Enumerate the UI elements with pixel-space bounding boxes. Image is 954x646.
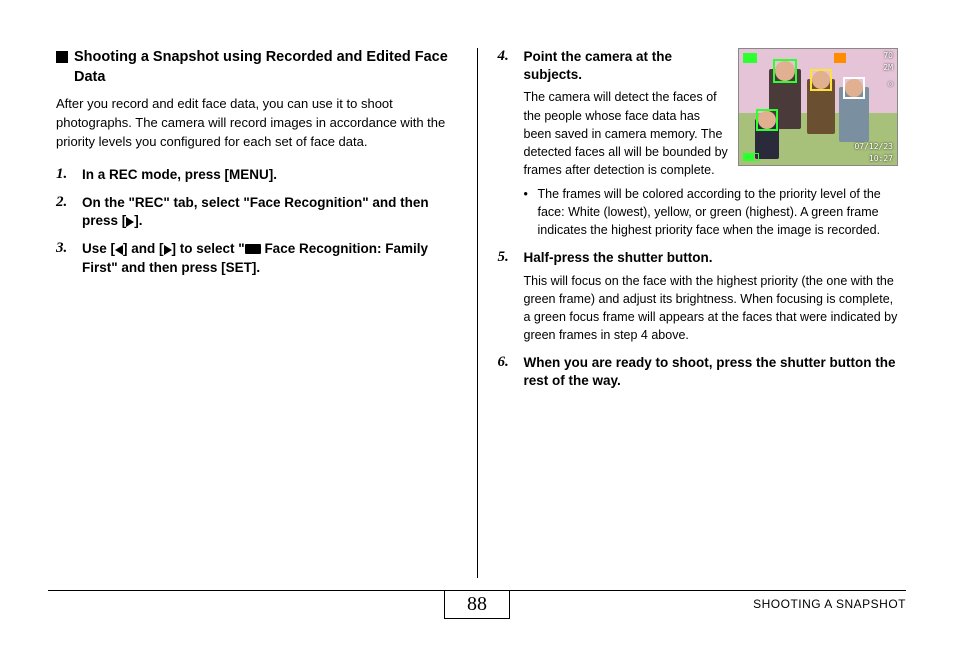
step-title: When you are ready to shoot, press the s… [524,354,899,390]
step-description: The camera will detect the faces of the … [524,88,729,179]
step-text: ] and [ [123,241,164,256]
osd-mode: 2M [883,63,893,72]
step-title: Half-press the shutter button. [524,249,899,267]
osd-rec-icon [743,53,757,63]
section-heading: Shooting a Snapshot using Recorded and E… [56,48,457,87]
step-note: • The frames will be colored according t… [524,185,899,239]
step-number: 6. [498,354,516,390]
step-2: 2. On the "REC" tab, select "Face Recogn… [56,194,457,230]
face-frame-white [843,77,865,99]
face-frame-green [773,59,797,83]
page-footer: 88 SHOOTING A SNAPSHOT [48,590,906,628]
step-title: On the "REC" tab, select "Face Recogniti… [82,194,457,230]
step-title: In a REC mode, press [MENU]. [82,166,457,184]
osd-mode-icon [834,53,846,63]
step-number: 5. [498,249,516,344]
step-1: 1. In a REC mode, press [MENU]. [56,166,457,184]
rec-mode-icon [245,244,261,254]
step-description: This will focus on the face with the hig… [524,272,899,345]
step-5: 5. Half-press the shutter button. This w… [498,249,899,344]
left-column: Shooting a Snapshot using Recorded and E… [48,48,478,578]
step-number: 3. [56,240,74,276]
face-frame-yellow [810,69,832,91]
note-text: The frames will be colored according to … [538,185,899,239]
step-title: Point the camera at the subjects. [524,48,729,84]
page-number: 88 [444,590,510,619]
step-text: ]. [134,213,142,228]
osd-battery-icon [743,153,759,161]
step-number: 1. [56,166,74,184]
step-6: 6. When you are ready to shoot, press th… [498,354,899,390]
step-3: 3. Use [] and [] to select " Face Recogn… [56,240,457,276]
bullet-icon: • [524,185,530,239]
right-column: 4. Point the camera at the subjects. The… [478,48,907,578]
intro-paragraph: After you record and edit face data, you… [56,95,457,152]
step-number: 4. [498,48,516,239]
step-text: Use [ [82,241,115,256]
step-title: Use [] and [] to select " Face Recogniti… [82,240,457,276]
face-frame-green [756,109,778,131]
footer-section-title: SHOOTING A SNAPSHOT [753,597,906,611]
camera-display-thumbnail: 70 2M ◎ 07/12/23 10:27 [738,48,898,166]
heading-text: Shooting a Snapshot using Recorded and E… [74,48,457,87]
right-arrow-icon [164,245,172,255]
osd-time: 10:27 [869,154,893,163]
page-body: Shooting a Snapshot using Recorded and E… [48,48,906,578]
osd-count: 70 [883,51,893,60]
left-arrow-icon [115,245,123,255]
step-text: ] to select " [172,241,245,256]
step-4: 4. Point the camera at the subjects. The… [498,48,899,239]
osd-camera-icon: ◎ [888,79,893,88]
osd-date: 07/12/23 [854,142,893,151]
step-number: 2. [56,194,74,230]
square-bullet-icon [56,51,68,63]
